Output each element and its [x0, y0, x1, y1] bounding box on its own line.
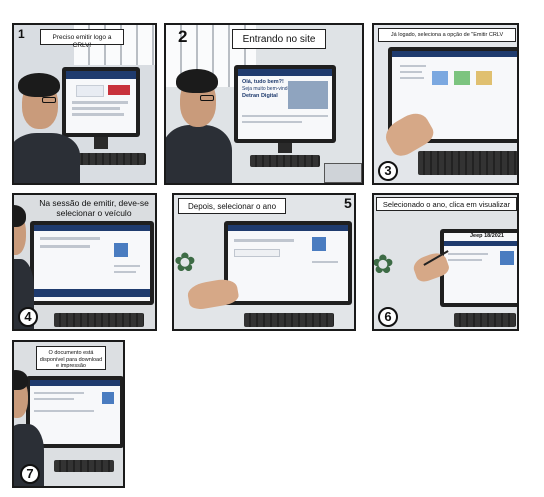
panel-number: 1: [18, 27, 25, 41]
keyboard: [76, 153, 146, 165]
monitor-screen: [66, 71, 136, 133]
comic-panel-7: O documento está disponível para downloa…: [12, 340, 125, 488]
keyboard: [244, 313, 334, 327]
comic-panel-5: 5 Depois, selecionar o ano ✿: [172, 193, 356, 331]
monitor-screen: [34, 225, 150, 301]
panel-number: 7: [20, 464, 40, 484]
glasses: [200, 95, 214, 101]
speech-bubble: Na sessão de emitir, deve-se selecionar …: [39, 198, 149, 219]
keyboard: [454, 313, 516, 327]
person-shirt: [14, 133, 80, 183]
monitor-screen: [30, 380, 120, 444]
monitor-screen: Olá, tudo bem?! Seja muito bem-vindo ao …: [238, 69, 332, 139]
comic-panel-6: Selecionado o ano, clica em visualizar ✿…: [372, 193, 519, 331]
site-brand: Detran Digital: [242, 93, 278, 99]
panel-number: 2: [178, 27, 188, 46]
comic-panel-3: Já logado, seleciona a opção de "Emitir …: [372, 23, 519, 185]
plant: ✿: [174, 247, 196, 277]
comic-panel-2: 2 Entrando no site Olá, tudo bem?! Seja …: [164, 23, 364, 185]
panel-number: 3: [378, 161, 398, 181]
comic-panel-4: Na sessão de emitir, deve-se selecionar …: [12, 193, 157, 331]
laptop: [324, 163, 362, 183]
comic-panel-1: 1 Preciso emitir logo a CRLV!: [12, 23, 157, 185]
vehicle-label: Jeep 18/2021: [470, 233, 504, 239]
speech-bubble: Depois, selecionar o ano: [178, 198, 286, 214]
glasses: [42, 97, 56, 103]
panel-number: 4: [18, 307, 38, 327]
panel-number: 5: [344, 195, 352, 211]
speech-bubble: Entrando no site: [232, 29, 326, 49]
monitor-screen: Jeep 18/2021: [444, 233, 517, 303]
speech-bubble: Selecionado o ano, clica em visualizar: [376, 197, 517, 211]
monitor-screen: [228, 225, 348, 301]
plant: ✿: [372, 249, 394, 279]
keyboard: [54, 460, 114, 472]
person-shirt: [166, 125, 232, 183]
keyboard: [250, 155, 320, 167]
speech-bubble: Preciso emitir logo a CRLV!: [40, 29, 124, 49]
speech-bubble: Já logado, seleciona a opção de "Emitir …: [378, 28, 516, 42]
speech-bubble: O documento está disponível para downloa…: [36, 346, 106, 370]
site-greeting: Olá, tudo bem?!: [242, 79, 284, 85]
panel-number: 6: [378, 307, 398, 327]
hand: [186, 276, 240, 312]
keyboard: [54, 313, 144, 327]
keyboard: [418, 151, 517, 175]
